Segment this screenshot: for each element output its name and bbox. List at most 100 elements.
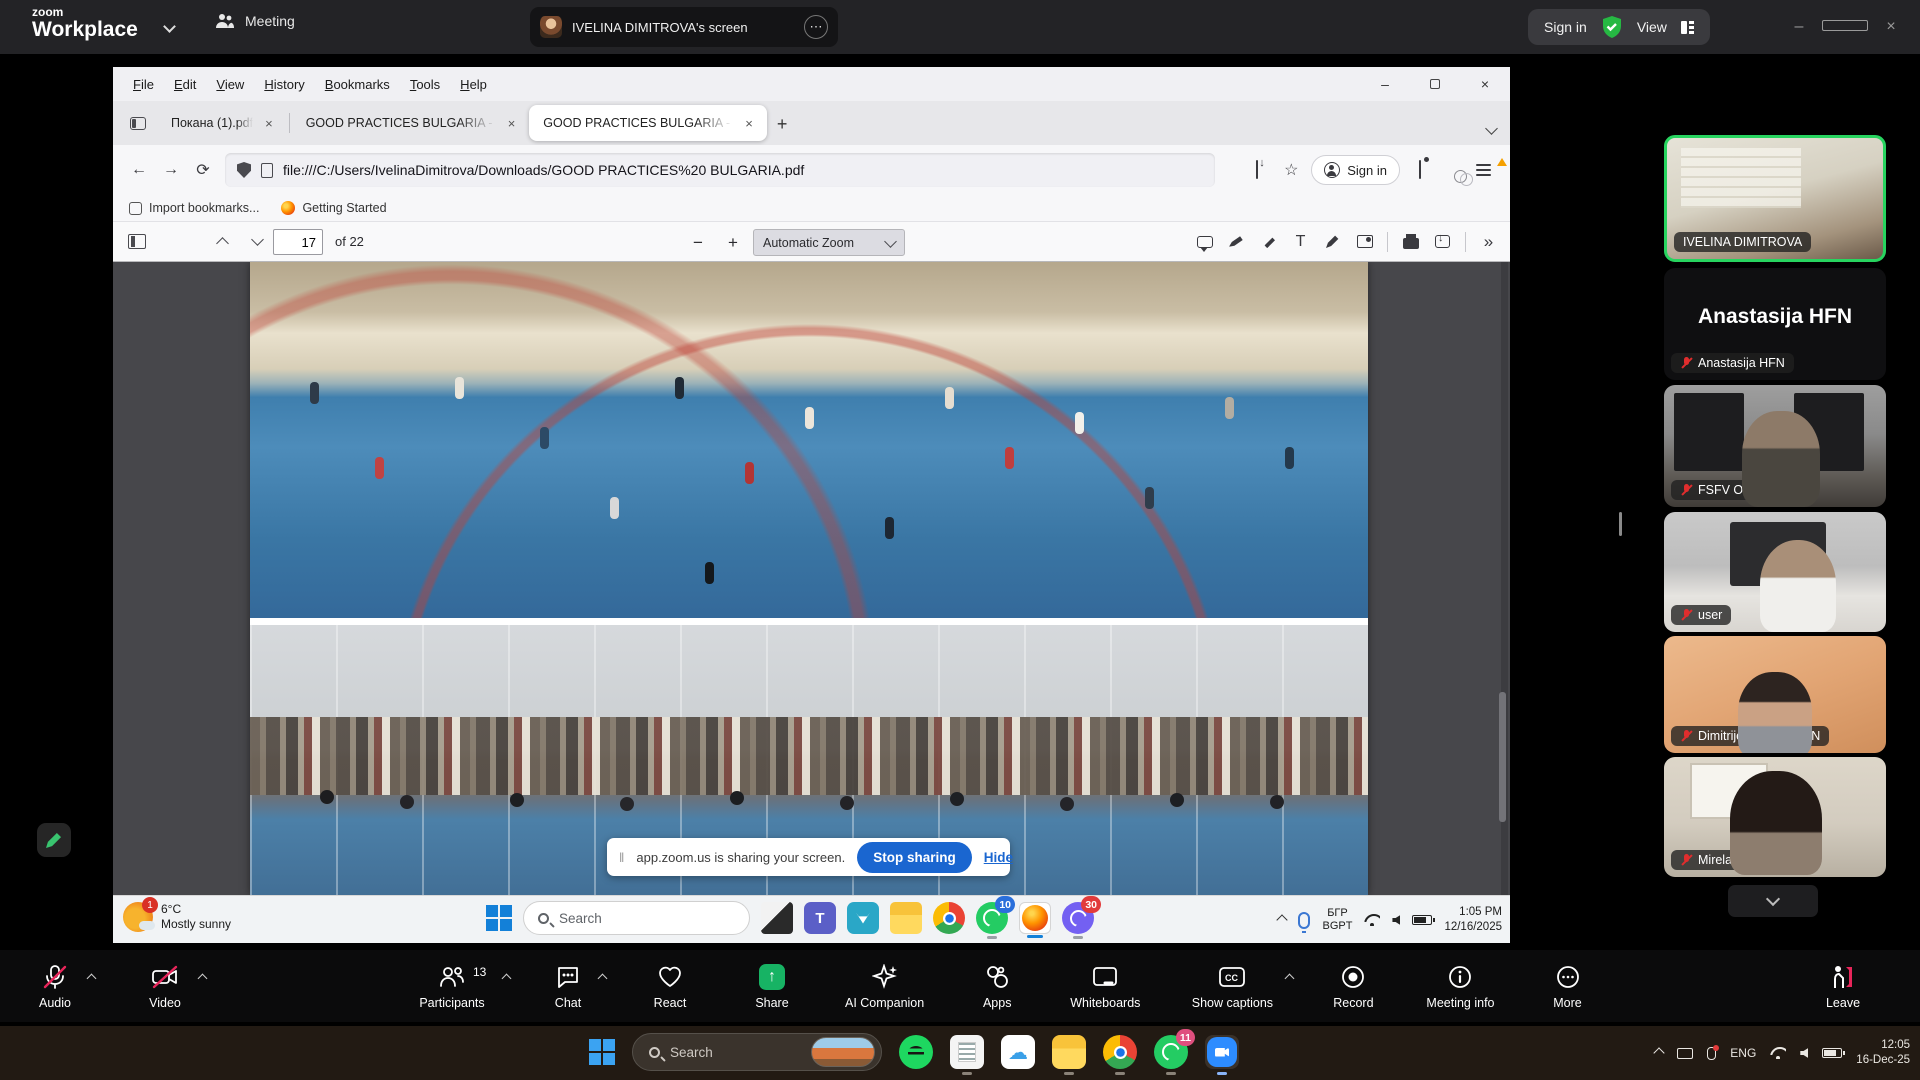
banner-drag-handle-icon[interactable]: ‖ — [619, 850, 624, 865]
whatsapp-icon[interactable]: 10 — [976, 902, 1008, 934]
menu-help[interactable]: Help — [452, 74, 495, 95]
hide-banner-link[interactable]: Hide — [984, 850, 1013, 865]
tab-shared-screen[interactable]: IVELINA DIMITROVA's screen ⋯ — [530, 7, 838, 47]
page-number-input[interactable] — [273, 229, 323, 255]
more-button[interactable]: More — [1539, 963, 1597, 1010]
video-tile[interactable]: Mirela Hristova — [1664, 757, 1886, 877]
video-tile-camera-off[interactable]: Anastasija HFN Anastasija HFN — [1664, 268, 1886, 380]
pdf-viewer[interactable] — [113, 262, 1510, 895]
security-shield-icon[interactable] — [1601, 15, 1623, 39]
windows-start-icon[interactable] — [589, 1039, 615, 1065]
whatsapp-icon[interactable]: 11 — [1154, 1035, 1188, 1069]
zoom-app-icon[interactable] — [1205, 1035, 1239, 1069]
video-options-chevron[interactable] — [198, 973, 208, 983]
video-tile-speaker[interactable]: IVELINA DIMITROVA — [1664, 135, 1886, 262]
zoom-out-icon[interactable]: − — [693, 233, 703, 253]
record-button[interactable]: Record — [1324, 963, 1382, 1010]
whiteboards-button[interactable]: Whiteboards — [1070, 963, 1140, 1010]
captions-options-chevron[interactable] — [1285, 973, 1295, 983]
sign-in-button[interactable]: Sign in — [1544, 19, 1587, 35]
browser-tab-1[interactable]: Покана (1).pdf × — [157, 105, 287, 141]
tray-mic-icon[interactable] — [1298, 912, 1310, 929]
download-icon[interactable] — [1433, 232, 1452, 251]
chat-button[interactable]: Chat — [539, 963, 597, 1010]
text-tool-icon[interactable]: T — [1291, 232, 1310, 251]
participants-options-chevron[interactable] — [502, 973, 512, 983]
share-button[interactable]: ↑ Share — [743, 963, 801, 1010]
tab-options-icon[interactable]: ⋯ — [804, 15, 828, 39]
zoom-in-icon[interactable]: + — [728, 233, 738, 253]
fox-app-icon[interactable] — [847, 902, 879, 934]
tab-meeting[interactable]: Meeting — [215, 13, 295, 29]
participants-button[interactable]: 13 Participants — [409, 963, 495, 1010]
view-layout-icon[interactable] — [1681, 21, 1694, 34]
tab-close-icon[interactable]: × — [261, 115, 277, 132]
save-page-icon[interactable] — [1243, 161, 1271, 179]
volume-icon[interactable] — [1392, 915, 1400, 925]
hidden-icons-chevron[interactable] — [1654, 1047, 1665, 1058]
bookmark-import[interactable]: Import bookmarks... — [129, 201, 259, 215]
chrome-icon[interactable] — [933, 902, 965, 934]
taskbar-clock[interactable]: 1:05 PM 12/16/2025 — [1444, 905, 1502, 935]
video-tile[interactable]: Dimitrije Nešović HFN — [1664, 636, 1886, 753]
list-all-tabs-icon[interactable] — [1485, 122, 1498, 135]
url-text[interactable]: file:///C:/Users/IvelinaDimitrova/Downlo… — [283, 162, 804, 178]
pdf-sidebar-toggle-icon[interactable] — [128, 234, 146, 249]
chat-options-chevron[interactable] — [598, 973, 608, 983]
audio-options-chevron[interactable] — [87, 973, 97, 983]
menu-file[interactable]: File — [125, 74, 162, 95]
teams-icon[interactable]: T — [804, 902, 836, 934]
insert-image-icon[interactable] — [1355, 232, 1374, 251]
host-taskbar-clock[interactable]: 12:05 16-Dec-25 — [1856, 1038, 1910, 1068]
ai-companion-button[interactable]: AI Companion — [845, 963, 924, 1010]
zoom-mode-select[interactable]: Automatic Zoom — [753, 229, 905, 256]
wifi-icon[interactable] — [1364, 914, 1380, 926]
signature-icon[interactable] — [1227, 232, 1246, 251]
bookmark-getting-started[interactable]: Getting Started — [281, 201, 386, 215]
highlighter-icon[interactable] — [1259, 232, 1278, 251]
workspace-chevron-down-icon[interactable] — [163, 20, 176, 33]
captions-button[interactable]: CC Show captions — [1184, 963, 1280, 1010]
language-indicator[interactable]: ENG — [1730, 1046, 1756, 1060]
file-explorer-icon[interactable] — [1052, 1035, 1086, 1069]
back-icon[interactable]: ← — [123, 161, 155, 179]
extensions-puzzle-icon[interactable] — [1406, 161, 1434, 179]
panel-scrollbar[interactable] — [1619, 512, 1622, 536]
meeting-info-button[interactable]: Meeting info — [1426, 963, 1494, 1010]
app-menu-icon[interactable] — [1474, 160, 1502, 180]
spotify-icon[interactable] — [899, 1035, 933, 1069]
menu-edit[interactable]: Edit — [166, 74, 204, 95]
bookmark-star-icon[interactable]: ☆ — [1277, 160, 1305, 180]
new-tab-icon[interactable]: + — [777, 114, 788, 135]
battery-icon[interactable] — [1412, 915, 1432, 925]
more-participants-button[interactable] — [1728, 885, 1818, 917]
volume-icon[interactable] — [1800, 1048, 1808, 1058]
next-page-icon[interactable] — [251, 233, 264, 246]
audio-button[interactable]: Audio — [26, 963, 84, 1010]
page-info-icon[interactable] — [261, 163, 273, 178]
draw-pen-icon[interactable] — [1323, 232, 1342, 251]
icloud-icon[interactable]: ☁ — [1001, 1035, 1035, 1069]
tray-camera-icon[interactable] — [1677, 1048, 1693, 1059]
react-button[interactable]: React — [641, 963, 699, 1010]
tab-close-icon[interactable]: × — [504, 115, 520, 132]
previous-page-icon[interactable] — [216, 237, 229, 250]
host-search-input[interactable]: Search — [632, 1033, 882, 1071]
taskbar-search-input[interactable]: Search — [523, 901, 750, 935]
view-button[interactable]: View — [1637, 19, 1667, 35]
language-indicator[interactable]: БГР BGPT — [1322, 907, 1352, 933]
viber-icon[interactable]: 30 — [1062, 902, 1094, 934]
menu-history[interactable]: History — [256, 74, 312, 95]
restore-icon[interactable] — [1822, 18, 1868, 36]
tracking-shield-icon[interactable] — [237, 162, 251, 178]
menu-view[interactable]: View — [208, 74, 252, 95]
reload-icon[interactable]: ⟳ — [187, 160, 219, 180]
close-icon[interactable]: × — [1868, 18, 1914, 36]
comment-icon[interactable] — [1195, 232, 1214, 251]
annotation-pen-button[interactable] — [37, 823, 71, 857]
stop-sharing-button[interactable]: Stop sharing — [857, 842, 972, 873]
pdf-scrollbar[interactable] — [1501, 262, 1508, 895]
pdf-scrollbar-thumb[interactable] — [1499, 692, 1506, 822]
video-tile[interactable]: FSFV OAS II — [1664, 385, 1886, 507]
forward-icon[interactable]: → — [155, 161, 187, 179]
